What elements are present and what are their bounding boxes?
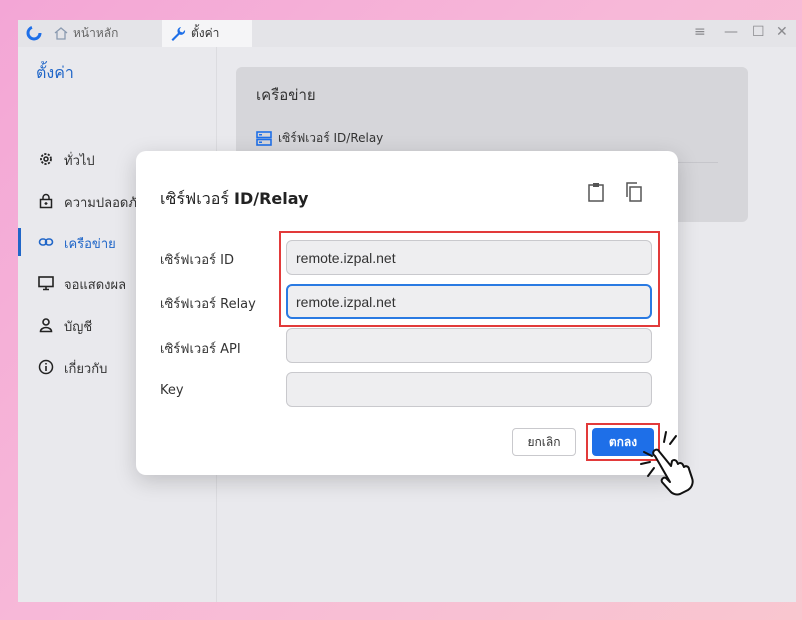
server-row[interactable]: เซิร์ฟเวอร์ ID/Relay [256,129,383,148]
api-server-input[interactable] [286,328,652,363]
sidebar-item-label: ทั่วไป [64,154,95,169]
copy-icon[interactable] [624,181,644,203]
menu-icon[interactable]: ≡ [694,24,706,40]
sidebar-item-label: จอแสดงผล [64,278,127,293]
hand-pointer-icon [640,431,694,496]
server-icon [256,131,272,146]
server-id-input[interactable]: remote.izpal.net [286,240,652,275]
link-icon [38,234,54,250]
title-bar: หน้าหลัก ตั้งค่า ≡ — ☐ ✕ [18,20,796,48]
sidebar-item-label: เครือข่าย [64,237,116,252]
dialog-title: เซิร์ฟเวอร์ ID/Relay [160,187,308,212]
home-icon [54,27,68,40]
server-id-label: เซิร์ฟเวอร์ ID [160,253,234,268]
monitor-icon [38,275,54,291]
tab-settings[interactable]: ตั้งค่า [162,20,252,47]
tab-home[interactable]: หน้าหลัก [54,20,162,47]
cancel-button[interactable]: ยกเลิก [512,428,576,456]
relay-server-label: เซิร์ฟเวอร์ Relay [160,297,256,312]
sidebar-item-label: บัญชี [64,320,93,335]
relay-server-input[interactable]: remote.izpal.net [286,284,652,319]
gear-icon [38,151,54,167]
maximize-icon[interactable]: ☐ [752,24,765,40]
minimize-icon[interactable]: — [724,24,738,40]
user-icon [38,317,54,333]
dialog-title-prefix: เซิร์ฟเวอร์ [160,189,234,208]
clipboard-paste-icon[interactable] [586,181,606,203]
sidebar-title: ตั้งค่า [36,63,74,82]
sidebar-item-label: ความปลอดภั [64,196,137,211]
tab-settings-label: ตั้งค่า [191,26,220,40]
server-dialog: เซิร์ฟเวอร์ ID/Relay เซิร์ฟเวอร์ ID remo… [136,151,678,475]
dialog-title-suffix: ID/Relay [234,189,309,208]
key-label: Key [160,383,184,398]
info-icon [38,359,54,375]
app-logo-icon [26,25,42,41]
sidebar-item-label: เกี่ยวกับ [64,362,108,377]
lock-icon [38,193,54,209]
close-icon[interactable]: ✕ [776,24,788,40]
tab-home-label: หน้าหลัก [73,26,119,40]
wrench-icon [171,26,186,41]
key-input[interactable] [286,372,652,407]
card-title: เครือข่าย [256,86,316,104]
server-row-label: เซิร์ฟเวอร์ ID/Relay [278,131,384,145]
api-server-label: เซิร์ฟเวอร์ API [160,342,241,357]
